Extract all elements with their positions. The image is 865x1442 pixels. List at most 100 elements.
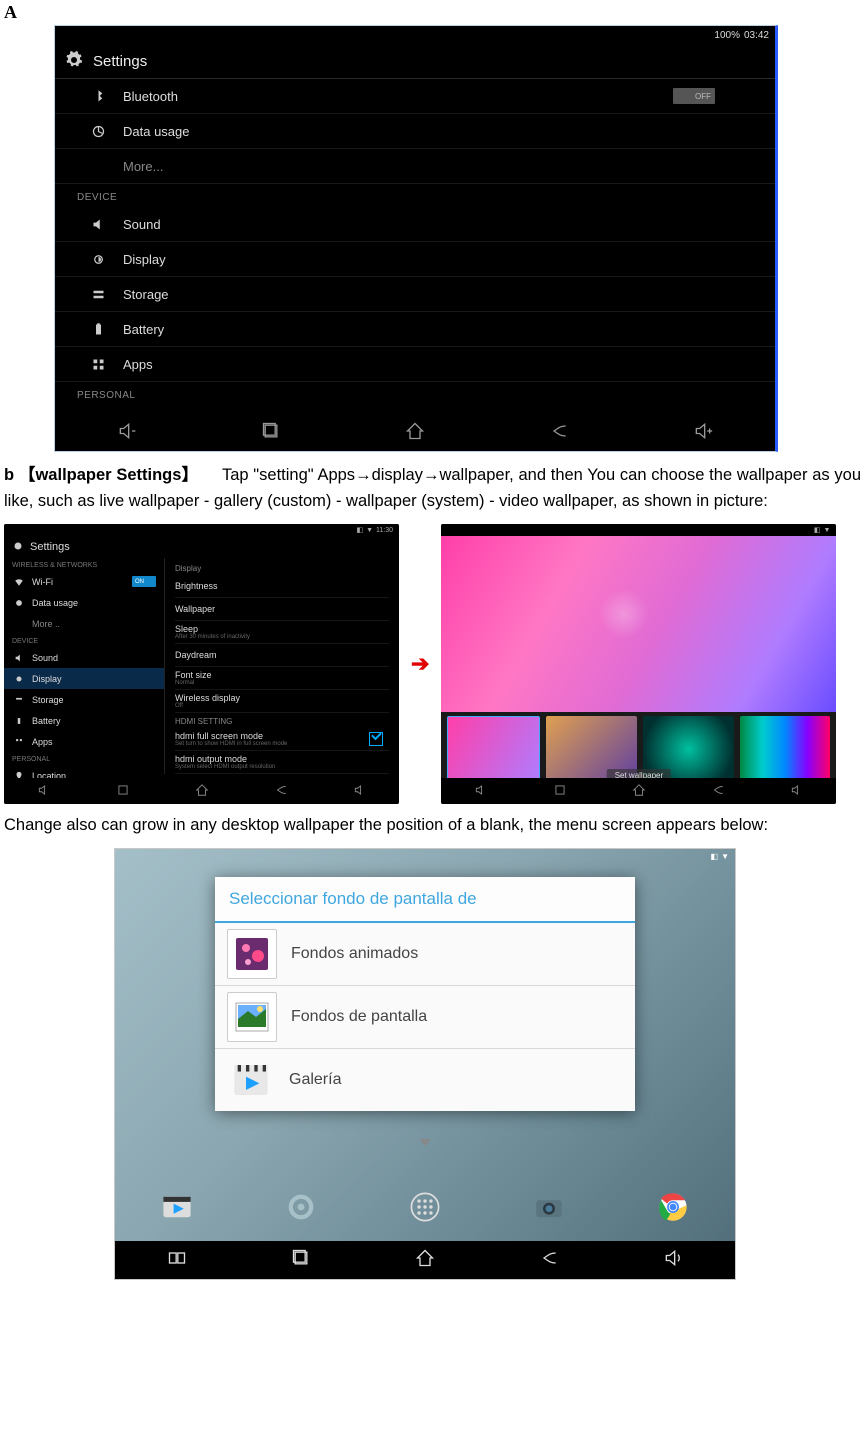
recent-icon[interactable]	[553, 783, 567, 799]
caret-down-icon	[419, 1139, 431, 1146]
menu-item-gallery[interactable]: Galería	[215, 1049, 635, 1111]
mrow-more[interactable]: More ..	[4, 613, 164, 634]
row-bluetooth[interactable]: Bluetooth OFF	[55, 79, 775, 114]
nav-bar	[115, 1241, 735, 1279]
row-data-usage[interactable]: Data usage	[55, 114, 775, 149]
display-label: Display	[123, 252, 166, 267]
paragraph-b: b 【wallpaper Settings】 Tap "setting" App…	[4, 462, 861, 514]
back-icon[interactable]	[274, 783, 288, 799]
vol-down-icon[interactable]	[37, 783, 51, 799]
mini-settings-title: Settings	[30, 541, 70, 553]
bluetooth-icon	[87, 89, 109, 104]
display-icon	[87, 252, 109, 267]
checkbox-icon[interactable]	[369, 732, 383, 746]
row-apps[interactable]: Apps	[55, 347, 775, 382]
mini-nav-bar	[441, 778, 836, 804]
screenshot-wallpaper-menu: ◧▼ Seleccionar fondo de pantalla de Fond…	[114, 848, 736, 1280]
row-storage[interactable]: Storage	[55, 277, 775, 312]
apps-label: Apps	[123, 357, 153, 372]
row-more[interactable]: More...	[55, 149, 775, 184]
paragraph-c: Change also can grow in any desktop wall…	[4, 812, 861, 838]
mrow-storage[interactable]: Storage	[4, 689, 164, 710]
screenshot-row: ◧▼11:30 Settings WIRELESS & NETWORKS Wi-…	[4, 524, 861, 804]
recent-icon[interactable]	[291, 1248, 311, 1273]
sound-icon	[87, 217, 109, 232]
rrow-fontsize[interactable]: Font sizeNormal	[175, 667, 389, 690]
wallpaper-preview	[441, 536, 836, 712]
back-icon[interactable]	[711, 783, 725, 799]
menu-item-wallpapers[interactable]: Fondos de pantalla	[215, 986, 635, 1049]
mrow-data[interactable]: Data usage	[4, 592, 164, 613]
vol-down-icon[interactable]	[474, 783, 488, 799]
para-b-text-1: Tap "setting" Apps	[222, 466, 355, 484]
screenshot-icon[interactable]	[167, 1248, 187, 1273]
battery-row-icon	[87, 322, 109, 337]
storage-icon	[87, 287, 109, 302]
nav-bar	[55, 413, 775, 451]
mini-status-bar: ◧▼11:30	[4, 524, 399, 536]
back-icon[interactable]	[549, 421, 569, 444]
settings-list: Bluetooth OFF Data usage More... DEVICE …	[55, 79, 775, 414]
sound-label: Sound	[123, 217, 161, 232]
menu-label: Galería	[289, 1071, 341, 1089]
para-b-text-2: display	[372, 466, 423, 484]
menu-title: Seleccionar fondo de pantalla de	[215, 877, 635, 923]
header-device: DEVICE	[55, 184, 775, 207]
rrow-sleep[interactable]: SleepAfter 30 minutes of inactivity	[175, 621, 389, 644]
mrow-display[interactable]: Display	[4, 668, 164, 689]
mini-status-bar: ◧▼	[441, 524, 836, 536]
rrow-hdmi-out[interactable]: hdmi output modeSystem select HDMI outpu…	[175, 751, 389, 774]
back-icon[interactable]	[539, 1248, 559, 1273]
battery-text: 100%	[714, 30, 740, 41]
camera-app-icon[interactable]	[526, 1184, 572, 1230]
bluetooth-switch[interactable]: OFF	[673, 88, 715, 104]
rrow-wallpaper[interactable]: Wallpaper	[175, 598, 389, 621]
screenshot-display-settings: ◧▼11:30 Settings WIRELESS & NETWORKS Wi-…	[4, 524, 399, 804]
menu-label: Fondos animados	[291, 945, 418, 963]
storage-label: Storage	[123, 287, 169, 302]
vol-up-icon[interactable]	[790, 783, 804, 799]
row-sound[interactable]: Sound	[55, 207, 775, 242]
wallpaper-thumb[interactable]	[740, 716, 831, 782]
arrow-icon: →	[423, 466, 440, 484]
live-wallpaper-icon	[227, 929, 277, 979]
clock-text: 03:42	[744, 30, 769, 41]
rrow-wireless-display[interactable]: Wireless displayOff	[175, 690, 389, 713]
rrow-hdmi-full[interactable]: hdmi full screen modeSet turn to show HD…	[175, 728, 389, 751]
rrow-daydream[interactable]: Daydream	[175, 644, 389, 667]
mrow-battery[interactable]: Battery	[4, 710, 164, 731]
gear-icon	[65, 51, 83, 72]
mini-detail-pane: Display Brightness Wallpaper SleepAfter …	[165, 558, 399, 774]
chrome-app-icon[interactable]	[650, 1184, 696, 1230]
rrow-brightness[interactable]: Brightness	[175, 575, 389, 598]
home-icon[interactable]	[415, 1248, 435, 1273]
data-usage-label: Data usage	[123, 124, 190, 139]
vol-icon[interactable]	[663, 1248, 683, 1273]
recent-icon[interactable]	[261, 421, 281, 444]
row-battery[interactable]: Battery	[55, 312, 775, 347]
home-icon[interactable]	[632, 783, 646, 799]
mh-device: DEVICE	[4, 634, 164, 647]
home-icon[interactable]	[195, 783, 209, 799]
home-icon[interactable]	[405, 421, 425, 444]
battery-label: Battery	[123, 322, 164, 337]
mini-title-bar: Settings	[4, 536, 399, 558]
video-app-icon[interactable]	[154, 1184, 200, 1230]
settings-app-icon[interactable]	[278, 1184, 324, 1230]
mrow-wifi[interactable]: Wi-FiON	[4, 571, 164, 592]
vol-down-icon[interactable]	[117, 421, 137, 444]
app-drawer-icon[interactable]	[402, 1184, 448, 1230]
header-personal: PERSONAL	[55, 382, 775, 405]
recent-icon[interactable]	[116, 783, 130, 799]
row-display[interactable]: Display	[55, 242, 775, 277]
menu-item-live-wallpapers[interactable]: Fondos animados	[215, 923, 635, 986]
mrow-apps[interactable]: Apps	[4, 731, 164, 752]
data-usage-icon	[87, 124, 109, 139]
settings-title-bar: Settings	[55, 44, 775, 79]
vol-up-icon[interactable]	[693, 421, 713, 444]
vol-up-icon[interactable]	[353, 783, 367, 799]
wifi-switch[interactable]: ON	[132, 576, 156, 587]
mrow-sound[interactable]: Sound	[4, 647, 164, 668]
status-bar: 100% 03:42	[55, 26, 775, 44]
wallpaper-thumb[interactable]	[447, 716, 540, 782]
